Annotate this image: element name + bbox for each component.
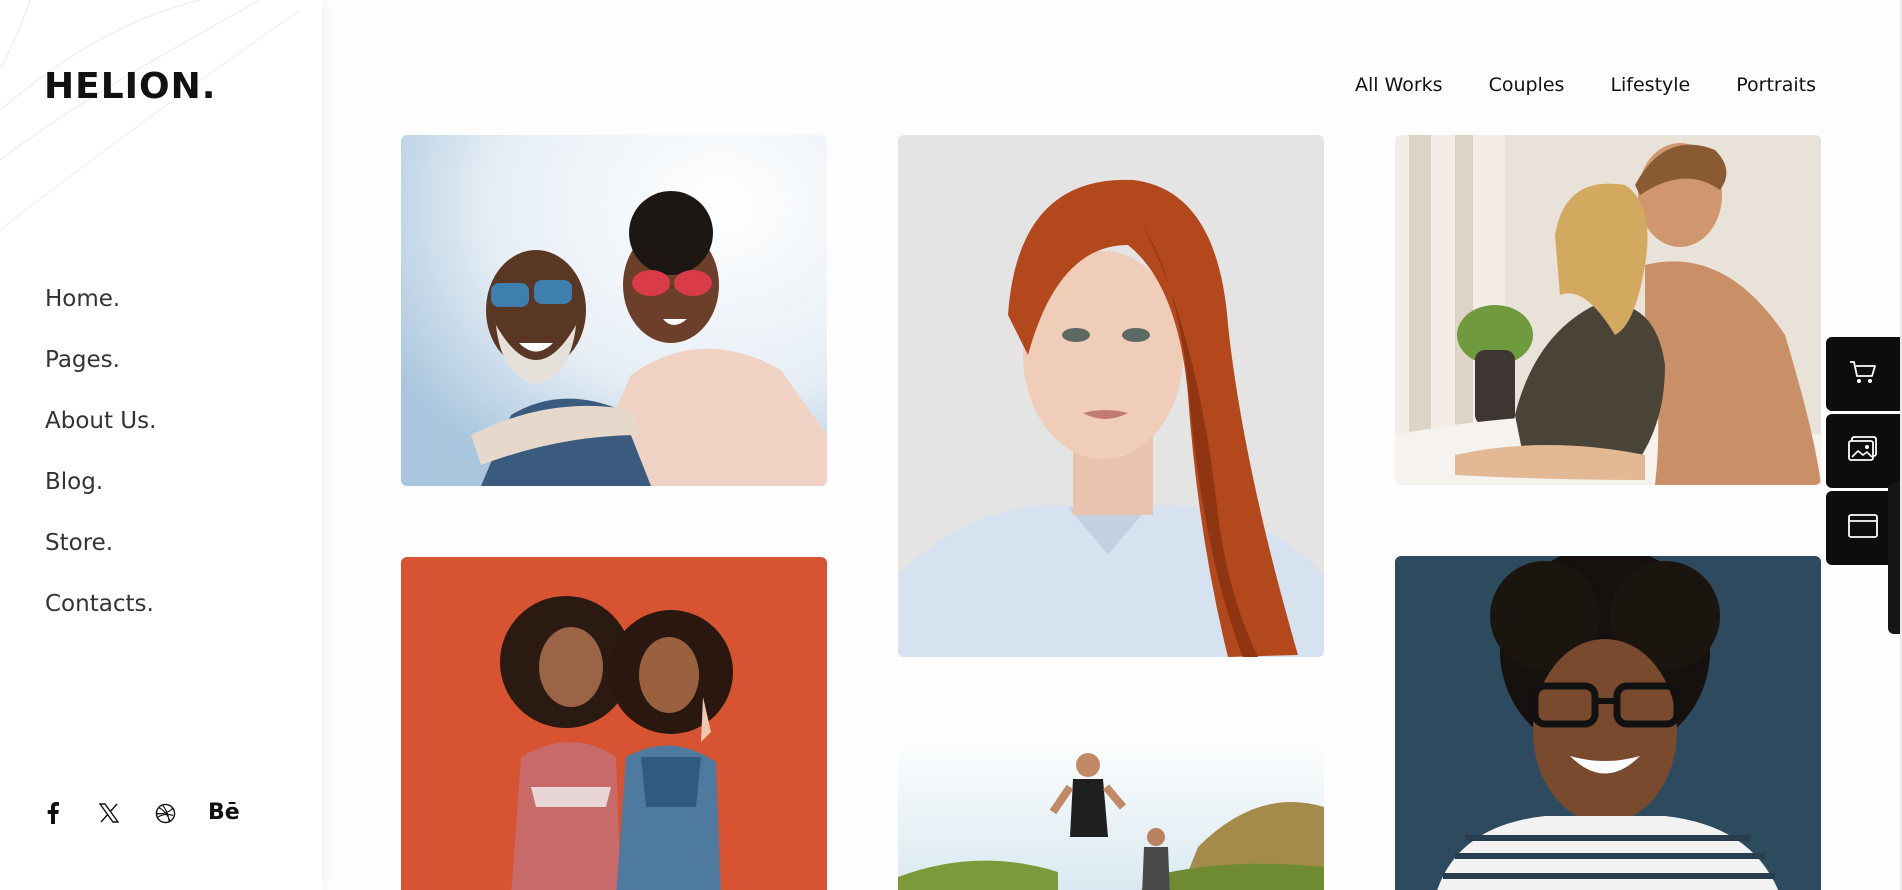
gallery-card-red-hair-portrait[interactable] xyxy=(898,135,1324,657)
two-women-orange-wall-photo xyxy=(401,557,827,890)
decorative-contour-lines xyxy=(0,0,301,231)
nav-link-blog[interactable]: Blog. xyxy=(45,469,103,495)
nav-item-about: About Us. xyxy=(45,408,156,469)
gallery-card-couple-sunglasses[interactable] xyxy=(401,135,827,486)
filter-couples[interactable]: Couples xyxy=(1489,74,1565,96)
browser-window-icon xyxy=(1847,513,1879,544)
behance-icon[interactable]: Bē xyxy=(208,800,240,826)
image-gallery-icon xyxy=(1847,435,1879,468)
nav-link-about[interactable]: About Us. xyxy=(45,408,156,434)
site-logo[interactable]: HELION. xyxy=(44,66,216,107)
couple-in-bed-photo xyxy=(1395,135,1821,485)
facebook-icon[interactable] xyxy=(40,800,66,826)
nav-link-home[interactable]: Home. xyxy=(45,286,120,312)
social-links: Bē xyxy=(40,800,240,826)
gallery-card-two-women-orange[interactable] xyxy=(401,557,827,890)
portfolio-filters: All Works Couples Lifestyle Portraits xyxy=(1309,74,1816,96)
nav-item-contacts: Contacts. xyxy=(45,591,156,652)
sidebar: HELION. Home. Pages. About Us. Blog. Sto… xyxy=(0,0,322,890)
red-haired-woman-portrait-photo xyxy=(898,135,1324,657)
nav-item-blog: Blog. xyxy=(45,469,156,530)
runners-outdoors-photo xyxy=(898,727,1324,890)
gallery-card-couple-bed[interactable] xyxy=(1395,135,1821,485)
gallery-card-runners[interactable] xyxy=(898,727,1324,890)
nav-link-store[interactable]: Store. xyxy=(45,530,113,556)
gallery-demos-button[interactable] xyxy=(1826,414,1900,488)
cart-icon xyxy=(1848,358,1878,391)
nav-link-contacts[interactable]: Contacts. xyxy=(45,591,154,617)
smiling-couple-sunglasses-photo xyxy=(401,135,827,486)
woman-glasses-portrait-photo xyxy=(1395,556,1821,890)
x-twitter-icon[interactable] xyxy=(96,800,122,826)
cart-button[interactable] xyxy=(1826,337,1900,411)
filter-all-works[interactable]: All Works xyxy=(1355,74,1443,96)
nav-item-pages: Pages. xyxy=(45,347,156,408)
dribbble-icon[interactable] xyxy=(152,800,178,826)
nav-item-store: Store. xyxy=(45,530,156,591)
filter-portraits[interactable]: Portraits xyxy=(1736,74,1816,96)
nav-link-pages[interactable]: Pages. xyxy=(45,347,120,373)
nav-item-home: Home. xyxy=(45,286,156,347)
gallery-card-woman-glasses[interactable] xyxy=(1395,556,1821,890)
filter-lifestyle[interactable]: Lifestyle xyxy=(1610,74,1690,96)
main-nav: Home. Pages. About Us. Blog. Store. Cont… xyxy=(45,286,156,652)
